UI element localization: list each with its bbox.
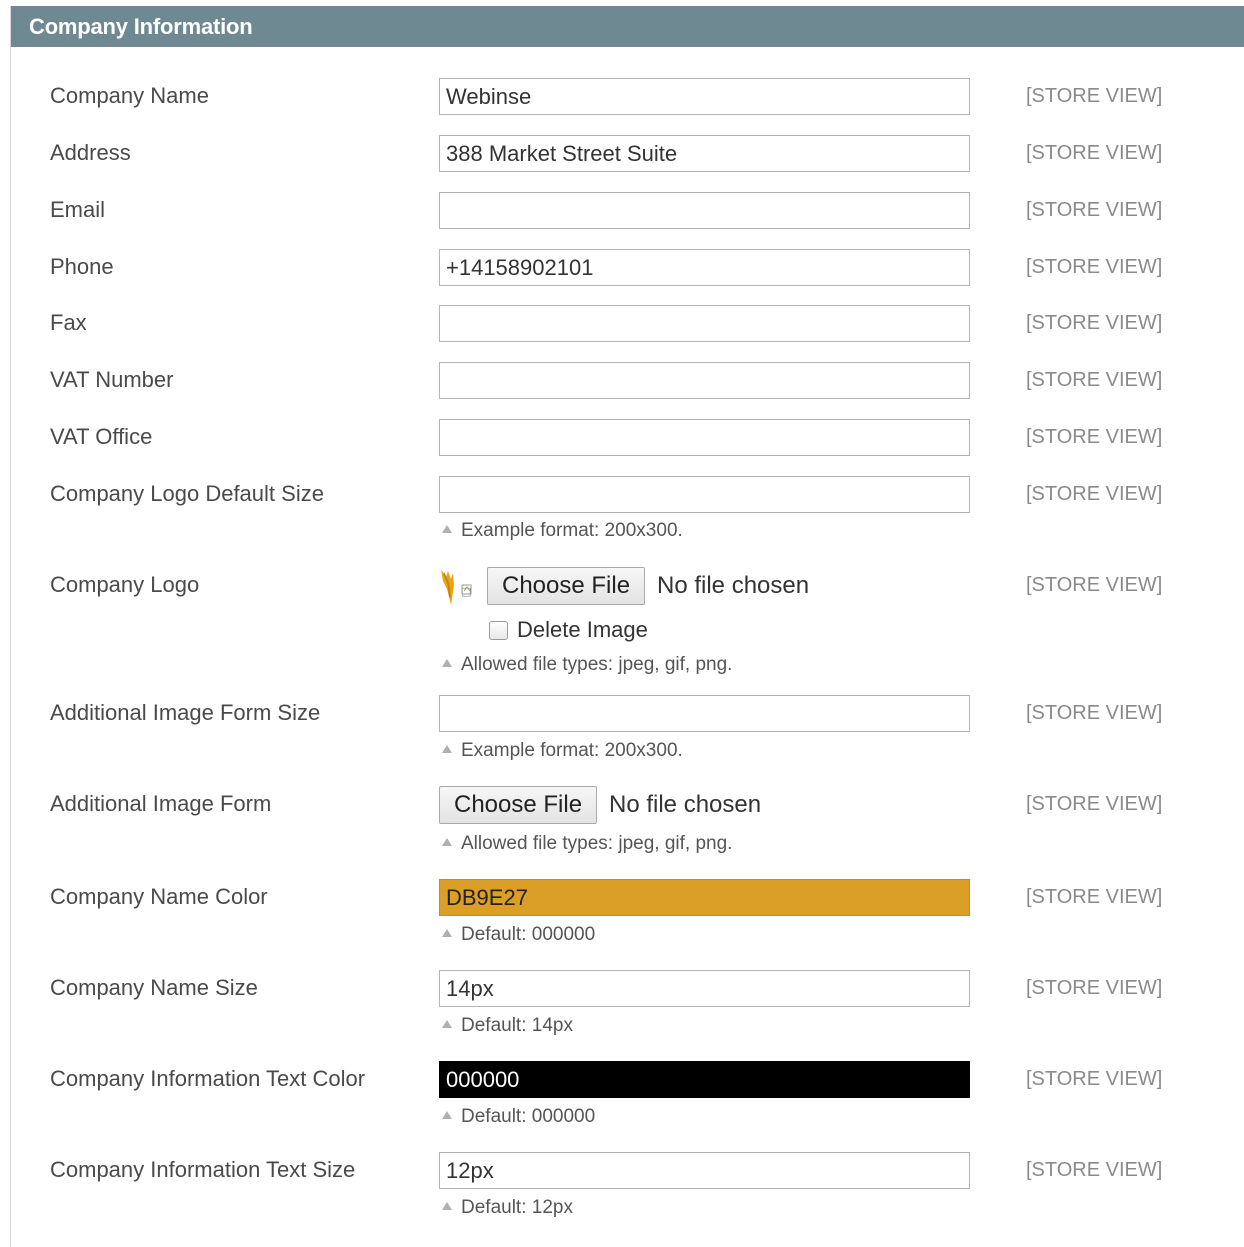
scope-label: [STORE VIEW] — [1026, 1159, 1163, 1181]
company-information-section: Company Information Company Name [STORE … — [10, 6, 1244, 1247]
label-info-text-size: Company Information Text Size — [50, 1157, 356, 1182]
scope-label: [STORE VIEW] — [1026, 85, 1163, 107]
field-note: Default: 12px — [442, 1197, 573, 1219]
scope-label: [STORE VIEW] — [1026, 483, 1163, 505]
label-name-color: Company Name Color — [50, 884, 268, 909]
label-email: Email — [50, 197, 106, 222]
field-note: Default: 000000 — [442, 1106, 595, 1128]
vat-office-input[interactable] — [439, 419, 970, 456]
label-additional-size: Additional Image Form Size — [50, 700, 321, 725]
field-note: Example format: 200x300. — [442, 520, 683, 542]
note-text: Default: 000000 — [461, 1106, 596, 1127]
note-arrow-icon — [442, 1111, 452, 1119]
fax-input[interactable] — [439, 305, 970, 342]
field-note: Allowed file types: jpeg, gif, png. — [442, 654, 732, 676]
note-text: Example format: 200x300. — [461, 740, 683, 761]
label-address: Address — [50, 140, 131, 165]
note-arrow-icon — [442, 929, 452, 937]
scope-label: [STORE VIEW] — [1026, 142, 1163, 164]
label-phone: Phone — [50, 254, 114, 279]
label-name-size: Company Name Size — [50, 975, 258, 1000]
note-text: Default: 12px — [461, 1197, 573, 1218]
note-arrow-icon — [442, 1202, 452, 1210]
note-text: Allowed file types: jpeg, gif, png. — [461, 833, 733, 854]
label-logo-size: Company Logo Default Size — [50, 481, 324, 506]
name-size-input[interactable] — [439, 970, 970, 1007]
scope-label: [STORE VIEW] — [1026, 702, 1163, 724]
info-text-color-input[interactable] — [439, 1061, 970, 1098]
section-title[interactable]: Company Information — [11, 6, 1244, 47]
scope-label: [STORE VIEW] — [1026, 256, 1163, 278]
choose-file-button[interactable]: Choose File — [439, 786, 598, 824]
field-note: Example format: 200x300. — [442, 740, 683, 762]
note-text: Allowed file types: jpeg, gif, png. — [461, 654, 733, 675]
note-arrow-icon — [442, 1020, 452, 1028]
label-company-logo: Company Logo — [50, 572, 200, 597]
svg-text:□: □ — [461, 585, 471, 598]
phone-input[interactable] — [439, 249, 970, 286]
scope-label: [STORE VIEW] — [1026, 1068, 1163, 1090]
scope-label: [STORE VIEW] — [1026, 886, 1163, 908]
note-arrow-icon — [442, 745, 452, 753]
label-additional-image: Additional Image Form — [50, 791, 272, 816]
email-input[interactable] — [439, 192, 970, 229]
note-arrow-icon — [442, 525, 452, 533]
scope-label: [STORE VIEW] — [1026, 574, 1163, 596]
file-status: No file chosen — [609, 791, 762, 818]
file-status: No file chosen — [657, 572, 810, 599]
field-note: Default: 14px — [442, 1015, 573, 1037]
scope-label: [STORE VIEW] — [1026, 977, 1163, 999]
label-company-name: Company Name — [50, 83, 209, 108]
scope-label: [STORE VIEW] — [1026, 199, 1163, 221]
field-note: Default: 000000 — [442, 924, 595, 946]
logo-size-input[interactable] — [439, 476, 970, 513]
info-text-size-input[interactable] — [439, 1152, 970, 1189]
vat-number-input[interactable] — [439, 362, 970, 399]
delete-image-label[interactable]: Delete Image — [517, 617, 648, 643]
choose-file-button[interactable]: Choose File — [487, 567, 646, 605]
additional-size-input[interactable] — [439, 695, 970, 732]
note-text: Default: 14px — [461, 1015, 573, 1036]
label-vat-number: VAT Number — [50, 367, 174, 392]
scope-label: [STORE VIEW] — [1026, 426, 1163, 448]
scope-label: [STORE VIEW] — [1026, 369, 1163, 391]
broken-image-icon: □ — [439, 567, 485, 607]
name-color-input[interactable] — [439, 879, 970, 916]
note-text: Default: 000000 — [461, 924, 596, 945]
field-note: Allowed file types: jpeg, gif, png. — [442, 833, 732, 855]
scope-label: [STORE VIEW] — [1026, 793, 1163, 815]
scope-label: [STORE VIEW] — [1026, 312, 1163, 334]
delete-image-checkbox[interactable] — [489, 621, 508, 640]
company-name-input[interactable] — [439, 78, 970, 115]
note-text: Example format: 200x300. — [461, 520, 683, 541]
note-arrow-icon — [442, 838, 452, 846]
label-info-text-color: Company Information Text Color — [50, 1066, 366, 1091]
note-arrow-icon — [442, 659, 452, 667]
label-vat-office: VAT Office — [50, 424, 153, 449]
address-input[interactable] — [439, 135, 970, 172]
label-fax: Fax — [50, 310, 87, 335]
